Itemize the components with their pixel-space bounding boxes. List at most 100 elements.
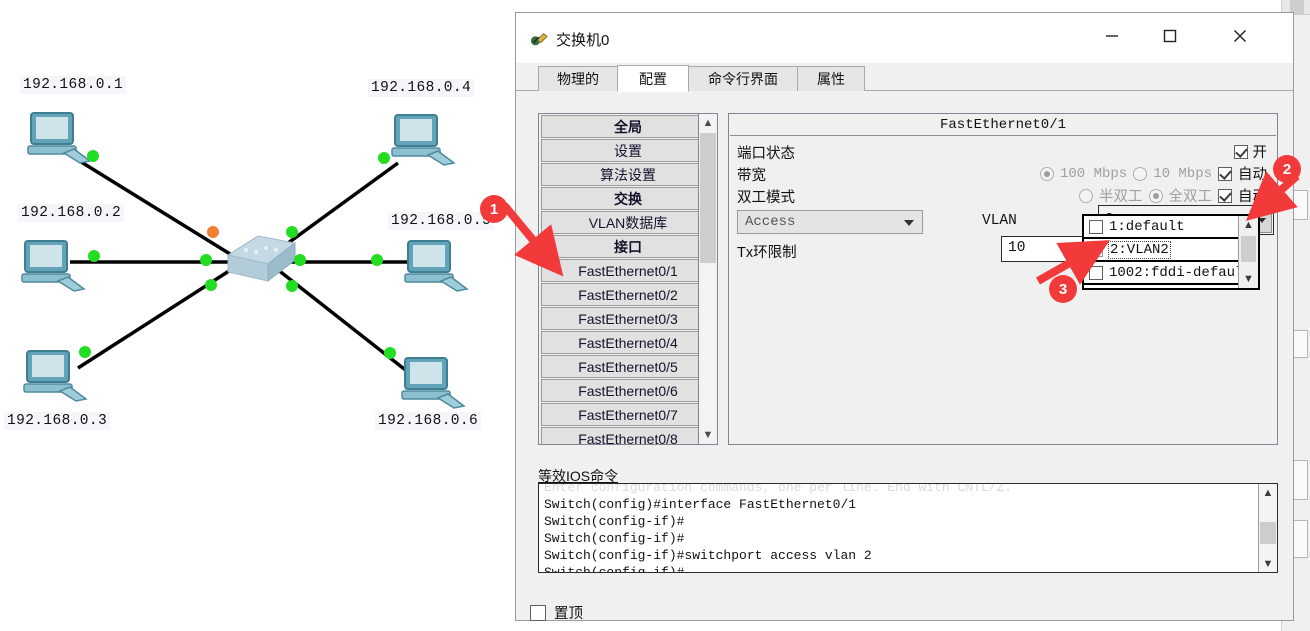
link-dot-pc1-switch-warning bbox=[207, 226, 219, 238]
sidebar-item-fastethernet0-1[interactable]: FastEthernet0/1 bbox=[541, 259, 715, 282]
tab-cli[interactable]: 命令行界面 bbox=[688, 66, 798, 91]
vlan-option-checkbox[interactable] bbox=[1089, 265, 1103, 280]
scroll-down-icon[interactable]: ▼ bbox=[1259, 555, 1277, 572]
scroll-up-icon[interactable]: ▲ bbox=[1239, 216, 1258, 234]
config-tab-body: 全局 设置 算法设置 交换 VLAN数据库 接口 FastEthernet0/1… bbox=[516, 91, 1293, 623]
pc-ip-label: 192.168.0.3 bbox=[4, 412, 111, 430]
scroll-down-icon[interactable]: ▼ bbox=[1239, 270, 1258, 288]
pc-ip-label: 192.168.0.1 bbox=[20, 76, 127, 94]
duplex-half-label: 半双工 bbox=[1099, 189, 1143, 205]
scroll-up-icon[interactable]: ▲ bbox=[1259, 484, 1277, 501]
bandwidth-100-radio[interactable] bbox=[1039, 166, 1054, 181]
minimize-button[interactable] bbox=[1083, 13, 1141, 59]
vlan-option-1002-fddi[interactable]: 1002:fddi-defaul bbox=[1084, 262, 1258, 285]
vlan-dropdown-list[interactable]: 1:default 2:VLAN2 1002:fddi-defaul ▲ ▼ bbox=[1082, 214, 1260, 290]
sidebar-scroll-thumb[interactable] bbox=[700, 133, 716, 263]
always-on-top-checkbox[interactable] bbox=[530, 604, 546, 621]
duplex-auto-checkbox[interactable] bbox=[1218, 188, 1232, 203]
sidebar-item-switching[interactable]: 交换 bbox=[541, 187, 715, 210]
ios-line: Switch(config-if)# bbox=[544, 565, 685, 573]
duplex-full-label: 全双工 bbox=[1168, 189, 1213, 205]
ios-commands-output[interactable]: Enter configuration commands, one per li… bbox=[538, 483, 1278, 573]
vlan-option-2-vlan2[interactable]: 2:VLAN2 bbox=[1084, 239, 1258, 262]
vlan-option-1-default[interactable]: 1:default bbox=[1084, 216, 1258, 239]
tab-config[interactable]: 配置 bbox=[617, 65, 689, 92]
duplex-label: 双工模式 bbox=[737, 190, 795, 206]
sidebar-item-fastethernet0-5[interactable]: FastEthernet0/5 bbox=[541, 355, 715, 378]
sidebar-item-interface[interactable]: 接口 bbox=[541, 235, 715, 258]
port-status-checkbox[interactable] bbox=[1233, 144, 1248, 159]
vlan-option-label: 1:default bbox=[1109, 218, 1185, 235]
link-dot-pc2-near bbox=[88, 250, 100, 262]
sidebar-item-fastethernet0-2[interactable]: FastEthernet0/2 bbox=[541, 283, 715, 306]
pc-ip-label: 192.168.0.5 bbox=[388, 212, 495, 230]
sidebar-item-vlan-database[interactable]: VLAN数据库 bbox=[541, 211, 715, 234]
scroll-down-icon[interactable]: ▼ bbox=[699, 426, 717, 444]
duplex-auto-label: 自动 bbox=[1238, 189, 1267, 205]
sidebar-item-fastethernet0-6[interactable]: FastEthernet0/6 bbox=[541, 379, 715, 402]
link-pc3 bbox=[77, 260, 244, 370]
pc-ip-label: 192.168.0.6 bbox=[375, 412, 482, 430]
interface-panel-title: FastEthernet0/1 bbox=[730, 115, 1276, 136]
bandwidth-100-label: 100 Mbps bbox=[1059, 165, 1128, 182]
ios-line: Switch(config-if)# bbox=[544, 514, 685, 529]
sidebar-item-algorithm[interactable]: 算法设置 bbox=[541, 163, 715, 186]
link-dot-pc3-near bbox=[79, 346, 91, 358]
bandwidth-label: 带宽 bbox=[737, 168, 766, 184]
duplex-full-radio[interactable] bbox=[1148, 188, 1163, 203]
window-title: 交换机0 bbox=[556, 32, 610, 49]
ios-output-scrollbar[interactable]: ▲ ▼ bbox=[1258, 484, 1277, 572]
vlan-option-label: 1002:fddi-defaul bbox=[1109, 264, 1244, 281]
sidebar-item-fastethernet0-8[interactable]: FastEthernet0/8 bbox=[541, 427, 715, 444]
ios-line: Switch(config-if)# bbox=[544, 531, 685, 546]
scroll-up-icon[interactable]: ▲ bbox=[699, 114, 717, 132]
maximize-button[interactable] bbox=[1141, 13, 1199, 59]
port-status-label: 端口状态 bbox=[737, 146, 795, 162]
link-dot-pc1-near bbox=[87, 150, 99, 162]
close-button[interactable] bbox=[1211, 13, 1269, 59]
always-on-top-row[interactable]: 置顶 bbox=[530, 602, 583, 623]
tab-physical[interactable]: 物理的 bbox=[538, 66, 618, 91]
network-topology-canvas[interactable]: 192.168.0.1 192.168.0.2 192.168.0.3 192.… bbox=[0, 0, 520, 631]
config-sidebar-list[interactable]: 全局 设置 算法设置 交换 VLAN数据库 接口 FastEthernet0/1… bbox=[538, 113, 718, 445]
link-dot-pc5-near bbox=[371, 254, 383, 266]
ios-line: Enter configuration commands, one per li… bbox=[544, 483, 1013, 495]
bandwidth-auto-checkbox[interactable] bbox=[1218, 166, 1232, 181]
minimize-icon bbox=[1106, 35, 1118, 37]
ios-scroll-thumb[interactable] bbox=[1260, 522, 1276, 544]
vlan-option-label: 2:VLAN2 bbox=[1108, 240, 1171, 259]
tab-strip: 物理的 配置 命令行界面 属性 bbox=[516, 63, 1293, 92]
ios-line: Switch(config)#interface FastEthernet0/1 bbox=[544, 497, 857, 512]
vlan-option-checkbox[interactable] bbox=[1089, 219, 1103, 234]
sidebar-item-fastethernet0-4[interactable]: FastEthernet0/4 bbox=[541, 331, 715, 354]
bandwidth-auto-label: 自动 bbox=[1238, 167, 1267, 183]
tx-ring-limit-value: 10 bbox=[1008, 240, 1026, 256]
tx-ring-limit-label: Tx环限制 bbox=[737, 245, 797, 261]
bandwidth-10-radio[interactable] bbox=[1133, 166, 1148, 181]
port-mode-combobox[interactable]: Access bbox=[737, 210, 923, 234]
maximize-icon bbox=[1163, 29, 1177, 43]
close-icon bbox=[1234, 30, 1246, 42]
switch-device-icon bbox=[530, 33, 548, 46]
sidebar-scrollbar[interactable]: ▲ ▼ bbox=[698, 113, 718, 445]
link-dot-pc6-near bbox=[384, 347, 396, 359]
tab-attributes[interactable]: 属性 bbox=[797, 66, 865, 91]
link-dot-pc4-switch bbox=[286, 226, 298, 238]
port-mode-value: Access bbox=[745, 214, 796, 230]
sidebar-item-settings[interactable]: 设置 bbox=[541, 139, 715, 162]
bandwidth-10-label: 10 Mbps bbox=[1153, 165, 1212, 182]
vlan-option-checkbox[interactable] bbox=[1089, 242, 1103, 257]
vlan-dropdown-scrollbar[interactable]: ▲ ▼ bbox=[1238, 216, 1258, 288]
ios-line: Switch(config-if)#switchport access vlan… bbox=[544, 548, 872, 563]
sidebar-item-global[interactable]: 全局 bbox=[541, 115, 715, 138]
link-dot-pc2-switch bbox=[200, 254, 212, 266]
vlan-scroll-thumb[interactable] bbox=[1241, 236, 1256, 262]
link-dot-pc3-switch bbox=[205, 279, 217, 291]
sidebar-item-fastethernet0-3[interactable]: FastEthernet0/3 bbox=[541, 307, 715, 330]
duplex-half-radio[interactable] bbox=[1079, 188, 1093, 203]
link-dot-pc5-switch bbox=[294, 254, 306, 266]
sidebar-item-fastethernet0-7[interactable]: FastEthernet0/7 bbox=[541, 403, 715, 426]
chevron-down-icon bbox=[904, 220, 914, 226]
window-titlebar[interactable]: 交换机0 bbox=[516, 13, 1293, 63]
always-on-top-label: 置顶 bbox=[554, 606, 583, 622]
